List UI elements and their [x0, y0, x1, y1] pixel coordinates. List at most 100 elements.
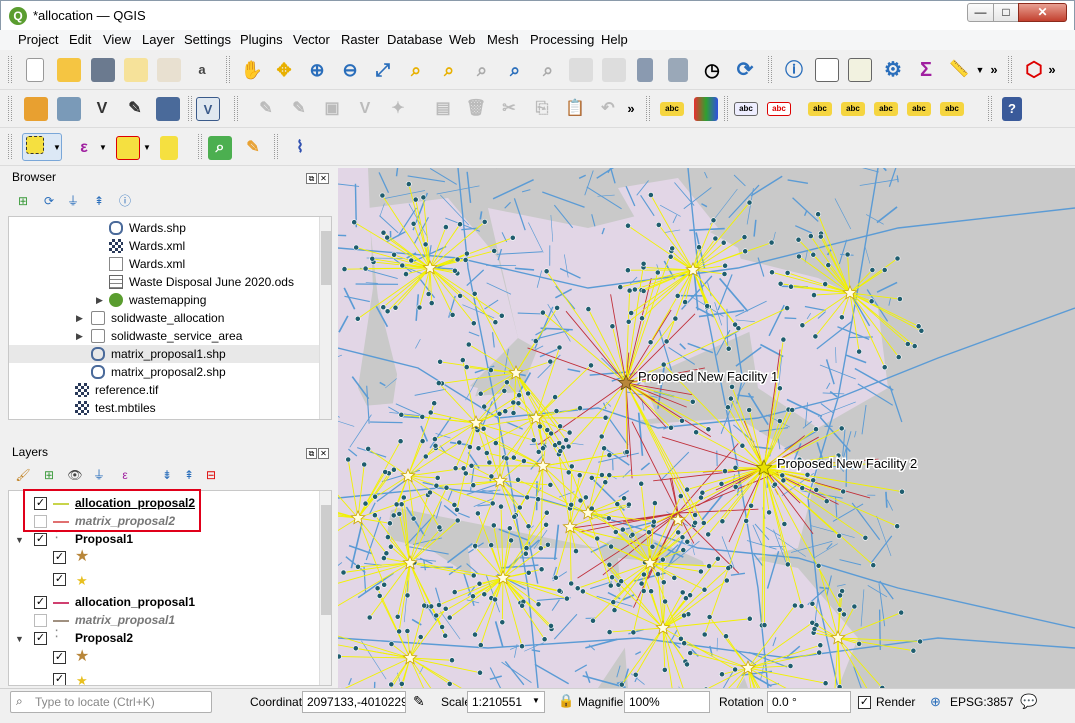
remove-layer-icon[interactable]: ⊟ [202, 466, 220, 484]
identify-features-icon[interactable]: ⓘ [782, 58, 806, 82]
edit-pen-icon[interactable]: ✎ [123, 97, 147, 121]
new-bookmark-icon[interactable] [637, 58, 653, 82]
browser-item[interactable]: Wards.xml [109, 237, 185, 255]
locator-icon[interactable]: ⌕ [208, 136, 232, 160]
browser-item[interactable]: wastemapping [109, 291, 206, 309]
menu-web[interactable]: Web [449, 32, 476, 47]
processing-toolbox-icon[interactable]: ⚙ [881, 58, 905, 82]
layers-scrollbar[interactable] [319, 491, 331, 685]
render-checkbox[interactable]: ✓ [858, 696, 871, 709]
scrollbar-thumb[interactable] [321, 505, 331, 615]
browser-item[interactable]: Wards.xml [109, 255, 185, 273]
measure-dropdown-icon[interactable]: ▼ [974, 58, 986, 82]
lock-scale-icon[interactable]: 🔒 [558, 693, 574, 709]
crs-label[interactable]: EPSG:3857 [950, 695, 1013, 709]
float-panel-icon[interactable]: ⧉ [306, 448, 317, 459]
filter-by-expression-icon[interactable]: ε [116, 466, 134, 484]
crs-globe-icon[interactable]: ⊕ [930, 694, 941, 710]
close-button[interactable]: ✕ [1018, 3, 1067, 22]
collapse-all-layers-icon[interactable]: ⇞ [180, 466, 198, 484]
messages-icon[interactable]: 💬 [1020, 693, 1037, 710]
minimize-button[interactable]: — [967, 3, 994, 22]
show-bookmarks-icon[interactable] [668, 58, 688, 82]
menu-view[interactable]: View [103, 32, 131, 47]
menu-database[interactable]: Database [387, 32, 443, 47]
zoom-native-icon[interactable]: ⌕ [470, 58, 494, 82]
change-label-icon[interactable]: abc [940, 102, 964, 116]
pin-labels-icon[interactable]: abc [808, 102, 832, 116]
layer-matrix-proposal1[interactable]: matrix_proposal1 [75, 613, 175, 627]
deselect-dropdown-icon[interactable]: ▼ [142, 136, 152, 160]
expand-arrow-icon[interactable]: ▶ [76, 331, 83, 342]
category-checkbox[interactable]: ✓ [53, 673, 66, 685]
zoom-last-icon[interactable]: ⌕ [503, 58, 527, 82]
menu-vector[interactable]: Vector [293, 32, 330, 47]
properties-icon[interactable]: ⓘ [116, 192, 134, 210]
category-checkbox[interactable]: ✓ [53, 651, 66, 664]
browser-scrollbar[interactable] [319, 217, 331, 419]
locator-search-input[interactable]: Type to locate (Ctrl+K) [10, 691, 212, 713]
toolbar-overflow-2-icon[interactable]: » [1046, 58, 1058, 82]
new-3d-map-icon[interactable] [602, 58, 626, 82]
layer-styling-icon[interactable]: 🖌 [14, 466, 32, 484]
add-selected-icon[interactable]: ⊞ [14, 192, 32, 210]
scrollbar-thumb[interactable] [321, 231, 331, 285]
delete-selected-icon[interactable]: 🗑 [464, 97, 488, 121]
layout-manager-icon[interactable] [157, 58, 181, 82]
select-by-location-icon[interactable] [160, 136, 178, 160]
undo-icon[interactable]: ↶ [596, 97, 620, 121]
scale-dropdown-icon[interactable]: ▼ [532, 696, 540, 705]
manage-map-themes-icon[interactable]: 👁 [66, 466, 84, 484]
browser-item[interactable]: solidwaste_allocation [91, 309, 224, 327]
zoom-to-layer-icon[interactable]: ⌕ [437, 58, 461, 82]
label-options-icon[interactable]: abc [734, 102, 758, 116]
measure-icon[interactable]: 📏 [947, 58, 971, 82]
close-panel-icon[interactable]: ✕ [318, 448, 329, 459]
zoom-full-icon[interactable]: ⤢ [371, 58, 395, 82]
float-panel-icon[interactable]: ⧉ [306, 173, 317, 184]
layer-proposal2[interactable]: Proposal2 [75, 631, 133, 645]
measure-tool-icon[interactable]: ✎ [241, 136, 265, 160]
digitize-shape-icon[interactable]: ⬡ [1022, 58, 1046, 82]
unplaced-labels-icon[interactable]: abc [767, 102, 791, 116]
toggle-editing-icon[interactable]: ✎ [287, 97, 311, 121]
copy-features-icon[interactable]: ⎘ [530, 97, 554, 121]
layer-checkbox[interactable]: ✓ [34, 632, 47, 645]
collapse-arrow-icon[interactable]: ▼ [15, 634, 24, 644]
expand-arrow-icon[interactable]: ▶ [96, 295, 103, 306]
menu-edit[interactable]: Edit [69, 32, 91, 47]
attribute-table-icon[interactable] [815, 58, 839, 82]
maximize-button[interactable]: □ [993, 3, 1019, 22]
expression-dropdown-icon[interactable]: ▼ [98, 136, 108, 160]
show-hide-labels-icon[interactable]: abc [841, 102, 865, 116]
add-feature-icon[interactable]: V [353, 97, 377, 121]
refresh-browser-icon[interactable]: ⟳ [40, 192, 58, 210]
menu-processing[interactable]: Processing [530, 32, 594, 47]
new-geopackage-icon[interactable] [57, 97, 81, 121]
zoom-out-icon[interactable]: ⊖ [338, 58, 362, 82]
layer-allocation-proposal1[interactable]: allocation_proposal1 [75, 595, 195, 609]
browser-item[interactable]: solidwaste_service_area [91, 327, 242, 345]
pan-to-selection-icon[interactable]: ✥ [272, 58, 296, 82]
map-canvas[interactable]: Proposed New Facility 1 Proposed New Fac… [338, 168, 1075, 688]
close-panel-icon[interactable]: ✕ [318, 173, 329, 184]
menu-project[interactable]: Project [18, 32, 58, 47]
new-print-layout-icon[interactable] [124, 58, 148, 82]
layer-checkbox[interactable]: ✓ [34, 533, 47, 546]
menu-settings[interactable]: Settings [184, 32, 231, 47]
select-by-expression-icon[interactable]: ε [72, 136, 96, 160]
menu-layer[interactable]: Layer [142, 32, 175, 47]
help-contents-icon[interactable]: ? [1002, 97, 1022, 121]
style-manager-icon[interactable]: a [190, 58, 214, 82]
current-edits-icon[interactable]: ✎ [254, 97, 278, 121]
save-edits-icon[interactable]: ▣ [320, 97, 344, 121]
category-checkbox[interactable]: ✓ [53, 573, 66, 586]
zoom-to-selection-icon[interactable]: ⌕ [404, 58, 428, 82]
layer-checkbox[interactable] [34, 614, 47, 627]
toolbar-overflow-icon[interactable]: » [988, 58, 1000, 82]
toggle-extents-icon[interactable]: ✎ [413, 693, 425, 710]
browser-item[interactable]: test.mbtiles [75, 399, 156, 417]
new-project-icon[interactable] [26, 58, 44, 82]
browser-item[interactable]: matrix_proposal2.shp [91, 363, 226, 381]
rotation-spinbox[interactable]: 0.0 ° [767, 691, 851, 713]
